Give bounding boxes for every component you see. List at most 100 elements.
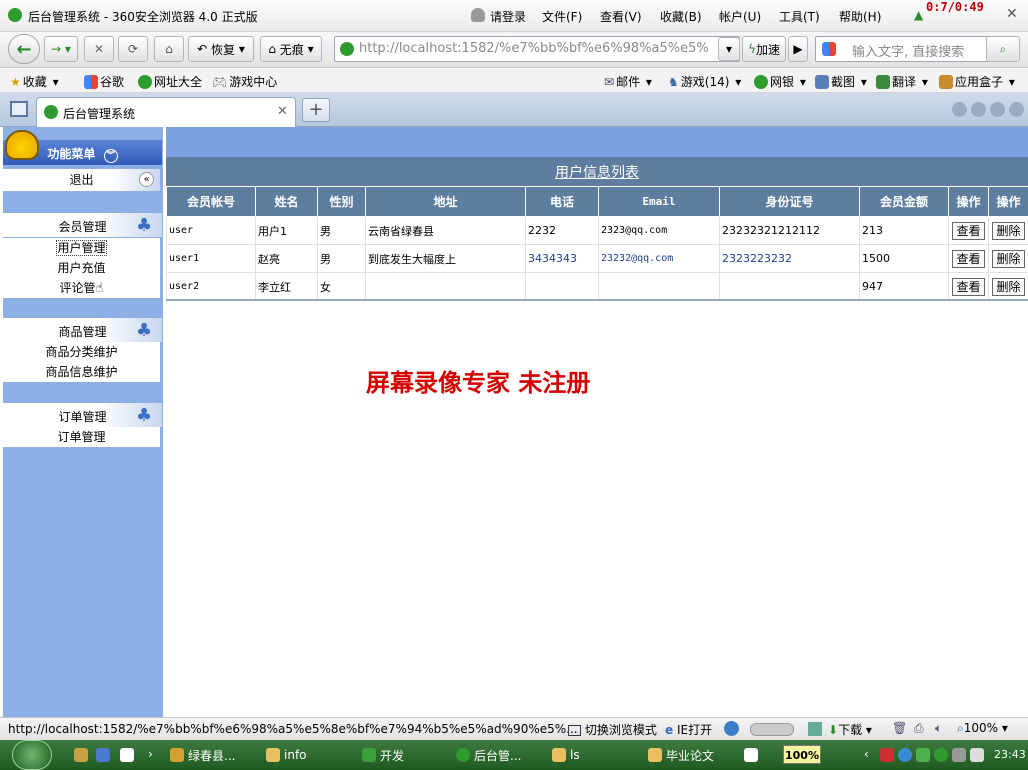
fav-games[interactable]: 🎮︎ 游戏中心 — [212, 73, 277, 90]
stop-button[interactable]: ✕ — [84, 36, 114, 62]
print-icon[interactable]: ⎙ — [914, 721, 924, 736]
sidebar-item-user-manage[interactable]: 用户管理 — [3, 238, 160, 258]
delete-button[interactable]: 删除 — [992, 277, 1025, 296]
os-taskbar: › 绿春县... info 开发 后台管... ls 毕业论文 100% ‹ 2… — [0, 740, 1028, 770]
toggle-icon[interactable] — [750, 723, 794, 736]
switch-mode-label: 切换浏览模式 — [584, 723, 657, 737]
tray-icon[interactable] — [898, 748, 912, 762]
tab-close-all-icon[interactable] — [1009, 102, 1024, 117]
google-icon — [84, 74, 98, 89]
chevron-right-icon[interactable]: › — [148, 747, 153, 761]
fav-appbox[interactable]: 应用盒子 ▾ — [939, 73, 1015, 90]
sidebar-item-order-manage[interactable]: 订单管理 — [3, 427, 160, 447]
taskbar-item[interactable]: 毕业论文 — [648, 744, 714, 766]
cell-amount: 1500 — [859, 244, 949, 273]
fav-games2[interactable]: ♞ 游戏(14) ▾ — [668, 73, 741, 90]
quicklaunch-icon[interactable] — [74, 748, 88, 762]
fav-collect[interactable]: ★ 收藏 ▾ — [10, 73, 59, 90]
menu-tools[interactable]: 工具(T) — [779, 8, 820, 25]
tray-expand-icon[interactable]: ‹ — [864, 747, 869, 761]
tray-icon[interactable] — [916, 748, 930, 762]
view-button[interactable]: 查看 — [952, 221, 985, 240]
restore-button[interactable]: ↶ 恢复 ▾ — [188, 36, 254, 62]
fav-mail[interactable]: ✉ 邮件 ▾ — [604, 73, 652, 90]
speed-icon[interactable] — [724, 721, 739, 736]
speedup-label: 加速 — [755, 42, 780, 57]
fav-translate[interactable]: 翻译 ▾ — [876, 73, 928, 90]
download-button[interactable]: ⬇下载 ▾ — [828, 721, 872, 738]
taskbar-item[interactable]: 绿春县... — [170, 744, 235, 766]
list-title[interactable]: 用户信息列表 — [555, 165, 639, 181]
addon-icon[interactable] — [808, 722, 822, 736]
fav-bank-label: 网银 — [770, 75, 795, 89]
sidebar-item-category[interactable]: 商品分类维护 — [3, 342, 160, 362]
ie-open-button[interactable]: e IE打开 — [665, 721, 712, 738]
cell-gender: 男 — [317, 216, 366, 245]
new-tab-button[interactable]: + — [302, 98, 330, 122]
tab-active[interactable]: 后台管理系统 ✕ — [36, 97, 296, 127]
notrace-button[interactable]: ⌂ 无痕 ▾ — [260, 36, 322, 62]
tray-icon[interactable] — [880, 748, 894, 762]
fav-google[interactable]: 谷歌 — [84, 73, 124, 90]
delete-button[interactable]: 删除 — [992, 249, 1025, 268]
volume-icon[interactable]: 🔈︎ — [935, 721, 942, 736]
fav-screenshot[interactable]: 截图 ▾ — [815, 73, 867, 90]
fav-sites[interactable]: 网址大全 — [138, 73, 202, 90]
favorites-bar: ★ 收藏 ▾ 谷歌 网址大全 🎮︎ 游戏中心 ✉ 邮件 ▾ ♞ 游戏(14) ▾ 网银 … — [0, 68, 1028, 93]
tray-icon[interactable] — [952, 748, 966, 762]
menu-file[interactable]: 文件(F) — [542, 8, 582, 25]
fav-appbox-label: 应用盒子 — [955, 75, 1004, 89]
taskbar-item[interactable]: info — [266, 744, 307, 766]
zoom-control[interactable]: ⌕100% ▾ — [957, 721, 1008, 736]
address-bar[interactable]: http://localhost:1582/%e7%bb%bf%e6%98%a5… — [334, 36, 740, 62]
column-header: 会员帐号 — [166, 186, 256, 217]
forward-button[interactable]: → ▾ — [44, 36, 78, 62]
cell-name: 李立红 — [255, 272, 318, 301]
quicklaunch-icon[interactable] — [96, 748, 110, 762]
close-window-icon[interactable]: ✕ — [1006, 6, 1018, 22]
trash-icon[interactable]: 🗑︎ — [892, 721, 907, 735]
address-dropdown[interactable]: ▾ — [718, 37, 740, 61]
fav-bank[interactable]: 网银 ▾ — [754, 73, 806, 90]
tab-list-icon[interactable] — [990, 102, 1005, 117]
taskbar-item[interactable]: 后台管... — [456, 744, 521, 766]
magnifier-icon: ⌕ — [957, 721, 964, 735]
menu-view[interactable]: 查看(V) — [600, 8, 642, 25]
notrace-label: 无痕 — [279, 42, 304, 57]
tab-bar: 后台管理系统 ✕ + — [0, 93, 1028, 127]
star-icon: ★ — [10, 74, 21, 89]
sidebar-toggle-icon[interactable] — [10, 101, 28, 117]
delete-button[interactable]: 删除 — [992, 221, 1025, 240]
refresh-button[interactable]: ⟳ — [118, 36, 148, 62]
tab-scroll-left-icon[interactable] — [952, 102, 967, 117]
menu-account[interactable]: 帐户(U) — [719, 8, 761, 25]
sidebar-item-user-recharge[interactable]: 用户充值 — [3, 258, 160, 278]
app-p-icon[interactable] — [744, 748, 758, 762]
sidebar-item-comments[interactable]: 评论管☝ — [3, 278, 160, 298]
user-icon — [471, 8, 485, 22]
collapse-icon[interactable]: ︾ — [103, 149, 118, 163]
menu-login[interactable]: 请登录 — [490, 8, 526, 25]
taskbar-item[interactable]: ls — [552, 744, 580, 766]
tab-close-icon[interactable]: ✕ — [277, 104, 288, 119]
minimize-icon[interactable]: ▲ — [914, 8, 926, 22]
view-button[interactable]: 查看 — [952, 249, 985, 268]
sidebar-item-goods-info[interactable]: 商品信息维护 — [3, 362, 160, 382]
home-button[interactable]: ⌂ — [154, 36, 184, 62]
go-button[interactable]: ▶ — [788, 36, 808, 62]
switch-mode-button[interactable]: 切换浏览模式 — [568, 721, 657, 738]
taskbar-item[interactable]: 开发 — [362, 744, 404, 766]
search-button[interactable]: ⌕ — [986, 36, 1020, 62]
start-button[interactable] — [12, 740, 52, 770]
cell-amount: 947 — [859, 272, 949, 301]
menu-favorites[interactable]: 收藏(B) — [660, 8, 702, 25]
view-button[interactable]: 查看 — [952, 277, 985, 296]
speedup-button[interactable]: ϟ 加速 — [742, 36, 786, 62]
tab-scroll-right-icon[interactable] — [971, 102, 986, 117]
quicklaunch-icon[interactable] — [120, 748, 134, 762]
network-icon[interactable] — [970, 748, 984, 762]
logout-button[interactable]: 退出 « — [3, 169, 160, 191]
tray-icon[interactable] — [934, 748, 948, 762]
back-button[interactable]: ← — [8, 34, 40, 64]
menu-help[interactable]: 帮助(H) — [839, 8, 881, 25]
